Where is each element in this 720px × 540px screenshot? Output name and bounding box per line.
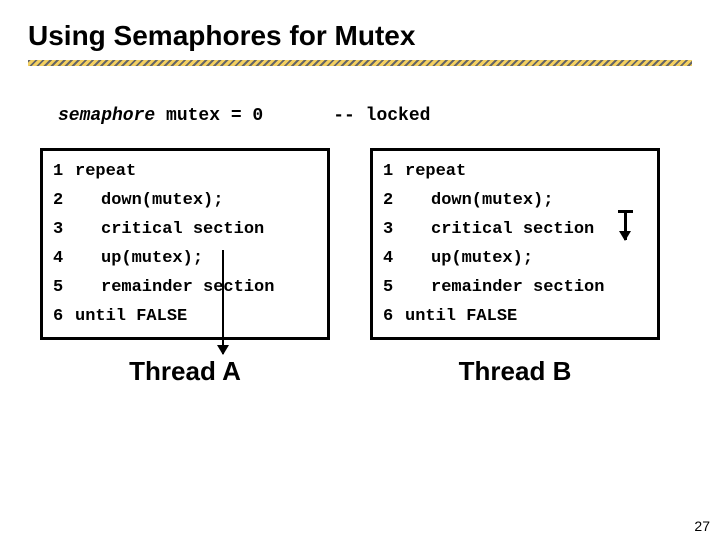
page-number: 27	[694, 518, 710, 534]
thread-labels: Thread A Thread B	[0, 340, 720, 387]
line-number: 1	[53, 162, 75, 181]
code-line: 1repeat	[53, 157, 317, 186]
indent	[75, 278, 101, 297]
code-line: 2 down(mutex);	[383, 186, 647, 215]
line-number: 5	[383, 278, 405, 297]
indent	[75, 220, 101, 239]
code-line: 4 up(mutex);	[383, 244, 647, 273]
code-line: 4 up(mutex);	[53, 244, 317, 273]
code-text: until FALSE	[405, 307, 517, 326]
line-number: 5	[53, 278, 75, 297]
line-number: 3	[53, 220, 75, 239]
line-number: 4	[53, 249, 75, 268]
code-line: 1repeat	[383, 157, 647, 186]
thread-b-code: 1repeat2down(mutex);3critical section4up…	[370, 148, 660, 340]
code-line: 6until FALSE	[383, 302, 647, 331]
code-line: 5 remainder section	[53, 273, 317, 302]
line-number: 4	[383, 249, 405, 268]
line-number: 6	[383, 307, 405, 326]
code-boxes: 1repeat2down(mutex);3critical section4up…	[0, 126, 720, 340]
thread-a-code: 1repeat2down(mutex);3critical section4up…	[40, 148, 330, 340]
code-text: down(mutex);	[101, 191, 223, 210]
code-text: down(mutex);	[431, 191, 553, 210]
indent	[75, 249, 101, 268]
code-line: 2 down(mutex);	[53, 186, 317, 215]
code-text: repeat	[75, 162, 136, 181]
code-text: repeat	[405, 162, 466, 181]
code-text: until FALSE	[75, 307, 187, 326]
indent	[405, 220, 431, 239]
line-number: 1	[383, 162, 405, 181]
pointer-arrow-b	[624, 212, 627, 240]
indent	[405, 278, 431, 297]
code-text: up(mutex);	[431, 249, 533, 268]
code-text: remainder section	[101, 278, 274, 297]
code-text: up(mutex);	[101, 249, 203, 268]
semaphore-declaration: semaphore mutex = 0 -- locked	[0, 66, 720, 126]
code-text: critical section	[101, 220, 264, 239]
code-line: 3 critical section	[53, 215, 317, 244]
indent	[405, 249, 431, 268]
code-line: 5 remainder section	[383, 273, 647, 302]
indent	[405, 191, 431, 210]
slide-title: Using Semaphores for Mutex	[0, 0, 720, 60]
line-number: 2	[383, 191, 405, 210]
thread-b-label: Thread B	[370, 356, 660, 387]
indent	[75, 191, 101, 210]
code-line: 6until FALSE	[53, 302, 317, 331]
semaphore-comment: -- locked	[333, 106, 430, 126]
code-text: critical section	[431, 220, 594, 239]
execution-arrow-a	[222, 250, 224, 354]
thread-a-label: Thread A	[40, 356, 330, 387]
line-number: 2	[53, 191, 75, 210]
code-text: remainder section	[431, 278, 604, 297]
line-number: 6	[53, 307, 75, 326]
semaphore-keyword: semaphore	[58, 106, 155, 126]
code-line: 3 critical section	[383, 215, 647, 244]
line-number: 3	[383, 220, 405, 239]
semaphore-init: mutex = 0	[155, 106, 263, 126]
